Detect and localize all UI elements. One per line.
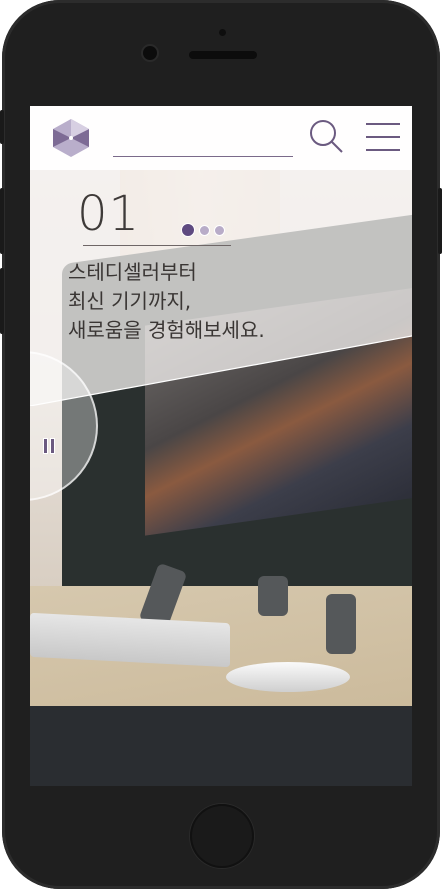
slide-number-underline bbox=[83, 245, 231, 246]
search-icon[interactable] bbox=[308, 118, 346, 156]
pager-dot-2[interactable] bbox=[199, 224, 210, 236]
volume-up-button bbox=[0, 188, 4, 254]
earpiece-speaker bbox=[189, 51, 257, 59]
slide-number: 01 bbox=[77, 186, 141, 242]
power-button bbox=[438, 188, 442, 254]
volume-down-button bbox=[0, 268, 4, 334]
slide-pager bbox=[181, 223, 225, 237]
home-button[interactable] bbox=[190, 804, 254, 868]
mouse-image bbox=[226, 662, 350, 692]
hexagon-logo[interactable] bbox=[52, 118, 90, 158]
proximity-sensor bbox=[219, 29, 226, 36]
pager-dot-3[interactable] bbox=[214, 224, 225, 236]
headline-line-2: 최신 기기까지, bbox=[68, 289, 192, 313]
mute-switch bbox=[0, 110, 4, 144]
front-camera bbox=[143, 46, 157, 60]
headline-line-3: 새로움을 경험해보세요. bbox=[68, 318, 265, 342]
hero-headline: 스테디셀러부터 최신 기기까지, 새로움을 경험해보세요. bbox=[68, 258, 265, 345]
search-input-underline[interactable] bbox=[113, 156, 293, 157]
pause-icon[interactable] bbox=[44, 439, 58, 455]
hamburger-menu-icon[interactable] bbox=[366, 123, 400, 162]
top-header bbox=[30, 106, 412, 170]
screen: 01 스테디셀러부터 최신 기기까지, 새로움을 경험해보세요. bbox=[30, 106, 412, 786]
pager-dot-1[interactable] bbox=[181, 223, 195, 237]
headline-line-1: 스테디셀러부터 bbox=[68, 260, 197, 284]
